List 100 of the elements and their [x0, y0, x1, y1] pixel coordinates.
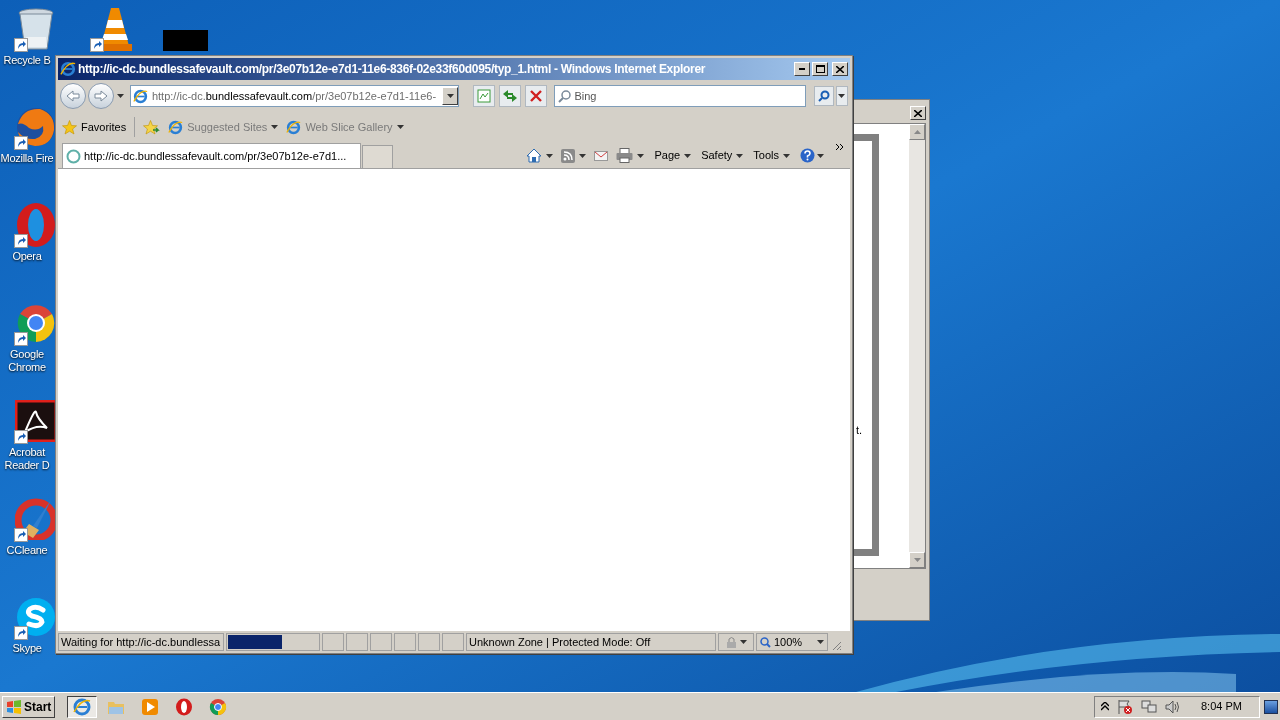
- caret-icon: [579, 153, 587, 158]
- close-icon: [914, 109, 922, 117]
- start-button[interactable]: Start: [2, 695, 56, 718]
- home-button[interactable]: [526, 148, 554, 163]
- favorites-button[interactable]: Favorites: [62, 118, 127, 136]
- scrollbar[interactable]: [909, 124, 925, 568]
- scroll-down-button[interactable]: [909, 552, 925, 568]
- close-icon: [530, 90, 543, 102]
- speaker-icon[interactable]: [1165, 698, 1181, 715]
- print-button[interactable]: [616, 148, 645, 163]
- fox-globe-icon: [15, 106, 57, 148]
- down-arrow-icon: [913, 558, 921, 562]
- ring-icon: [15, 202, 57, 248]
- caret-icon: [446, 94, 454, 98]
- loading-ring-icon: [66, 148, 81, 164]
- desktop-icon-label[interactable]: Mozilla Fire: [0, 152, 54, 165]
- taskbar-button[interactable]: [67, 695, 98, 718]
- desktop-icon-label[interactable]: Google Chrome: [0, 348, 54, 374]
- maximize-button[interactable]: [812, 62, 828, 76]
- document-logo-icon: [15, 400, 57, 442]
- desktop-icon-label[interactable]: Acrobat Reader D: [0, 446, 54, 472]
- help-icon: [800, 148, 815, 163]
- chevron-up-icon: [1101, 702, 1109, 711]
- star-arrow-icon: [143, 119, 161, 135]
- browser-e-icon: [168, 119, 184, 135]
- show-hidden-icons-button[interactable]: [1101, 702, 1109, 711]
- minimize-button[interactable]: [794, 62, 810, 76]
- lock-icon: [725, 636, 737, 648]
- address-dropdown-button[interactable]: [442, 87, 459, 105]
- caret-icon: [637, 153, 645, 158]
- scroll-up-button[interactable]: [909, 124, 925, 140]
- speech-bubble-icon: [15, 596, 57, 638]
- address-field[interactable]: http://ic-dc.bundlessafevault.com/pr/3e07b12e-e7d1-11e6-: [129, 85, 460, 107]
- status-pane: [418, 633, 440, 651]
- browser-e-icon: [73, 697, 92, 716]
- maximize-icon: [815, 65, 825, 73]
- stop-button[interactable]: [525, 85, 548, 107]
- redaction-block: [163, 30, 208, 51]
- caret-icon: [783, 153, 790, 158]
- caret-icon: [684, 153, 692, 158]
- help-button[interactable]: [800, 148, 824, 163]
- close-button[interactable]: [832, 62, 848, 76]
- close-button[interactable]: [910, 106, 926, 120]
- windows-logo-icon: [6, 699, 22, 714]
- caret-icon: [271, 125, 279, 129]
- add-to-favorites-button[interactable]: [143, 119, 161, 135]
- search-options-button[interactable]: [836, 86, 848, 106]
- back-button[interactable]: [60, 83, 86, 109]
- browser-tab[interactable]: http://ic-dc.bundlessafevault.com/pr/3e07b12e-e7d1...: [62, 143, 361, 168]
- read-mail-button[interactable]: [594, 150, 609, 161]
- status-pane: [322, 633, 344, 651]
- caret-icon: [396, 125, 404, 129]
- desktop-icon-label[interactable]: Skype: [0, 642, 54, 655]
- caret-icon: [117, 94, 125, 98]
- command-menu[interactable]: Tools: [753, 147, 790, 164]
- security-button[interactable]: [718, 633, 754, 651]
- status-text: Waiting for http://ic-dc.bundlessa: [58, 633, 224, 651]
- minimize-icon: [799, 68, 805, 70]
- status-pane: [370, 633, 392, 651]
- show-desktop-button[interactable]: [1264, 699, 1278, 714]
- status-pane: [442, 633, 464, 651]
- status-pane: [394, 633, 416, 651]
- window-title: http://ic-dc.bundlessafevault.com/pr/3e07b12e-e7d1-11e6-836f-02e33f60d095/typ_1.html - Windows Internet Explorer: [78, 61, 706, 78]
- desktop-icon-label[interactable]: Opera: [0, 250, 54, 263]
- printer-icon: [616, 148, 634, 163]
- feeds-button[interactable]: [561, 148, 587, 163]
- zone-status: Unknown Zone | Protected Mode: Off: [466, 633, 716, 651]
- browser-e-icon: [60, 61, 76, 77]
- torn-page-icon: [477, 89, 492, 103]
- search-input[interactable]: Bing: [574, 87, 806, 105]
- refresh-arrows-icon: [502, 89, 519, 103]
- command-menu[interactable]: Page: [654, 147, 692, 164]
- search-icon: [818, 90, 830, 102]
- desktop-icon-label[interactable]: CCleane: [0, 544, 54, 557]
- wheel-logo-icon: [209, 697, 228, 716]
- zoom-button[interactable]: 100%: [756, 633, 828, 651]
- browser-e-icon: [286, 119, 302, 135]
- desktop-icon-label[interactable]: Recycle B: [0, 54, 54, 67]
- back-arrow-icon: [66, 90, 80, 102]
- magnifier-icon: [760, 636, 771, 648]
- refresh-button[interactable]: [499, 85, 522, 107]
- caret-icon: [546, 153, 554, 158]
- forward-arrow-icon: [93, 90, 108, 102]
- wheel-logo-icon: [15, 302, 57, 344]
- caret-icon: [736, 153, 744, 158]
- resize-grip-icon[interactable]: [830, 639, 842, 651]
- flag-warning-icon[interactable]: [1117, 698, 1133, 715]
- command-menu[interactable]: Safety: [701, 147, 744, 164]
- ring-icon: [175, 697, 194, 716]
- caret-icon: [817, 640, 824, 644]
- caret-icon: [817, 153, 824, 158]
- more-commands-button[interactable]: [836, 144, 844, 150]
- network-icon[interactable]: [1141, 698, 1157, 715]
- browser-e-icon: [132, 88, 148, 104]
- chevron-icon: [836, 144, 844, 150]
- search-field[interactable]: Bing: [554, 85, 807, 107]
- star-icon: [62, 119, 77, 135]
- envelope-icon: [594, 150, 609, 161]
- search-button[interactable]: [814, 86, 834, 106]
- brush-icon: [15, 498, 57, 540]
